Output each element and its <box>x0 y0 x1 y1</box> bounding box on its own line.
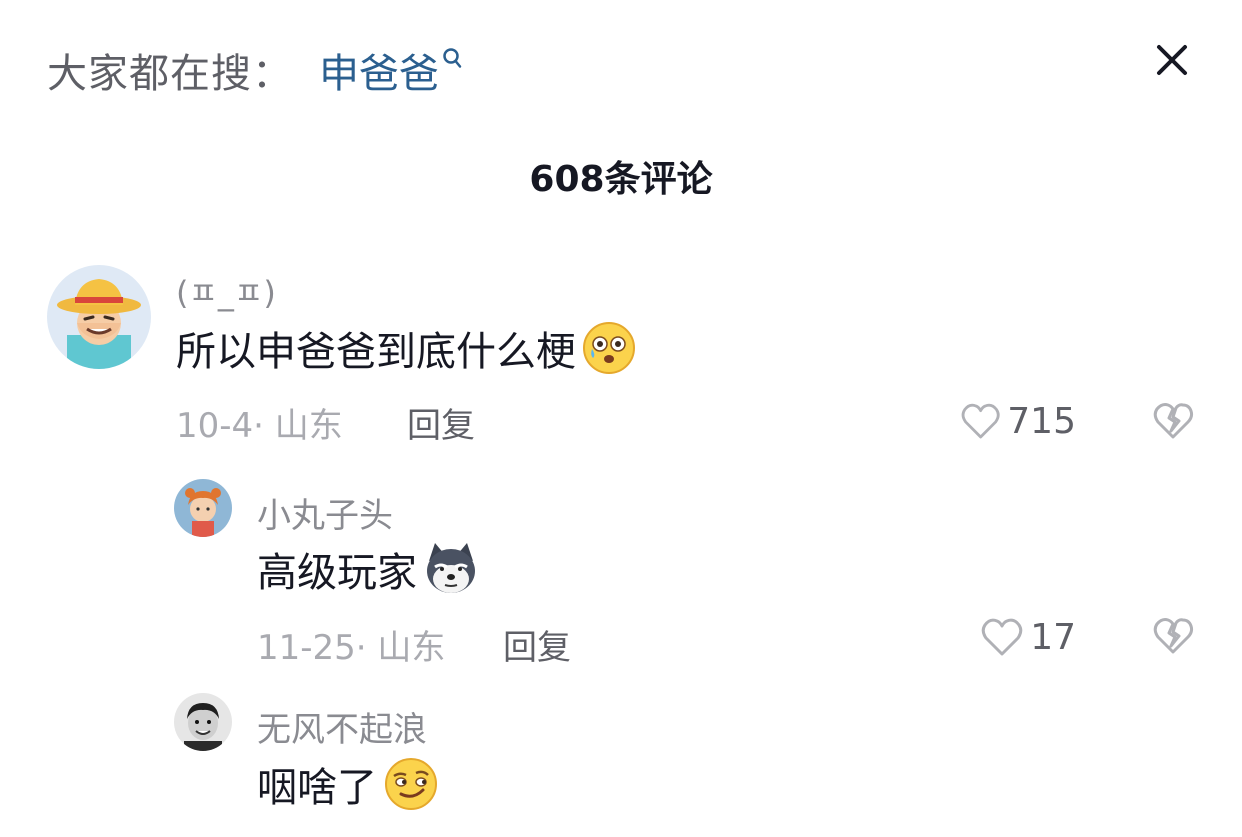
comment-meta: 10-4· 山东 <box>176 398 343 447</box>
reply-text: 高级玩家 <box>257 540 479 598</box>
avatar-child-photo-icon <box>174 693 232 751</box>
close-icon[interactable] <box>1150 38 1194 82</box>
heart-outline-icon <box>961 403 1000 439</box>
comment-date: 10-4 <box>176 406 254 446</box>
meta-dot: · <box>355 628 378 668</box>
avatar-straw-hat-icon <box>47 265 151 369</box>
broken-heart-icon[interactable] <box>1152 401 1194 441</box>
search-icon[interactable] <box>441 47 463 73</box>
like-button[interactable]: 17 <box>976 612 1076 662</box>
doge-emoji <box>427 543 475 593</box>
trending-search-bar[interactable]: 大家都在搜： 申爸爸 <box>47 40 463 100</box>
avatar-cartoon-girl-icon <box>174 479 232 537</box>
meta-dot: · <box>253 406 275 446</box>
comment-username[interactable]: (ㅍ_ㅍ) <box>176 268 276 314</box>
reply-location: 山东 <box>377 628 446 668</box>
reply-button[interactable]: 回复 <box>503 620 571 669</box>
reply-button[interactable]: 回复 <box>407 398 475 447</box>
avatar[interactable] <box>47 265 151 369</box>
reply-username[interactable]: 小丸子头 <box>257 488 393 537</box>
reply-text-content: 高级玩家 <box>257 550 417 596</box>
next-row-fade <box>0 826 1242 837</box>
comment-count-title: 608条评论 <box>529 159 713 200</box>
avatar[interactable] <box>174 479 232 537</box>
reply-meta: 11-25· 山东 <box>257 620 445 669</box>
heart-outline-icon <box>981 618 1023 656</box>
like-button[interactable]: 715 <box>960 396 1076 446</box>
like-count: 715 <box>1007 400 1076 442</box>
smirk-emoji <box>385 758 437 810</box>
trending-search-prefix: 大家都在搜： <box>47 51 293 97</box>
comment-location: 山东 <box>274 406 343 446</box>
flushed-tear-emoji <box>583 322 635 374</box>
comment-text-content: 所以申爸爸到底什么梗 <box>176 329 576 375</box>
reply-text: 咽啥了 <box>257 755 439 813</box>
trending-search-term[interactable]: 申爸爸 <box>319 41 439 99</box>
avatar[interactable] <box>174 693 232 751</box>
like-count: 17 <box>1030 616 1076 658</box>
reply-username[interactable]: 无风不起浪 <box>257 702 427 751</box>
broken-heart-icon[interactable] <box>1152 616 1194 656</box>
reply-date: 11-25 <box>257 628 356 668</box>
comment-text: 所以申爸爸到底什么梗 <box>176 320 636 376</box>
reply-text-content: 咽啥了 <box>257 765 377 811</box>
